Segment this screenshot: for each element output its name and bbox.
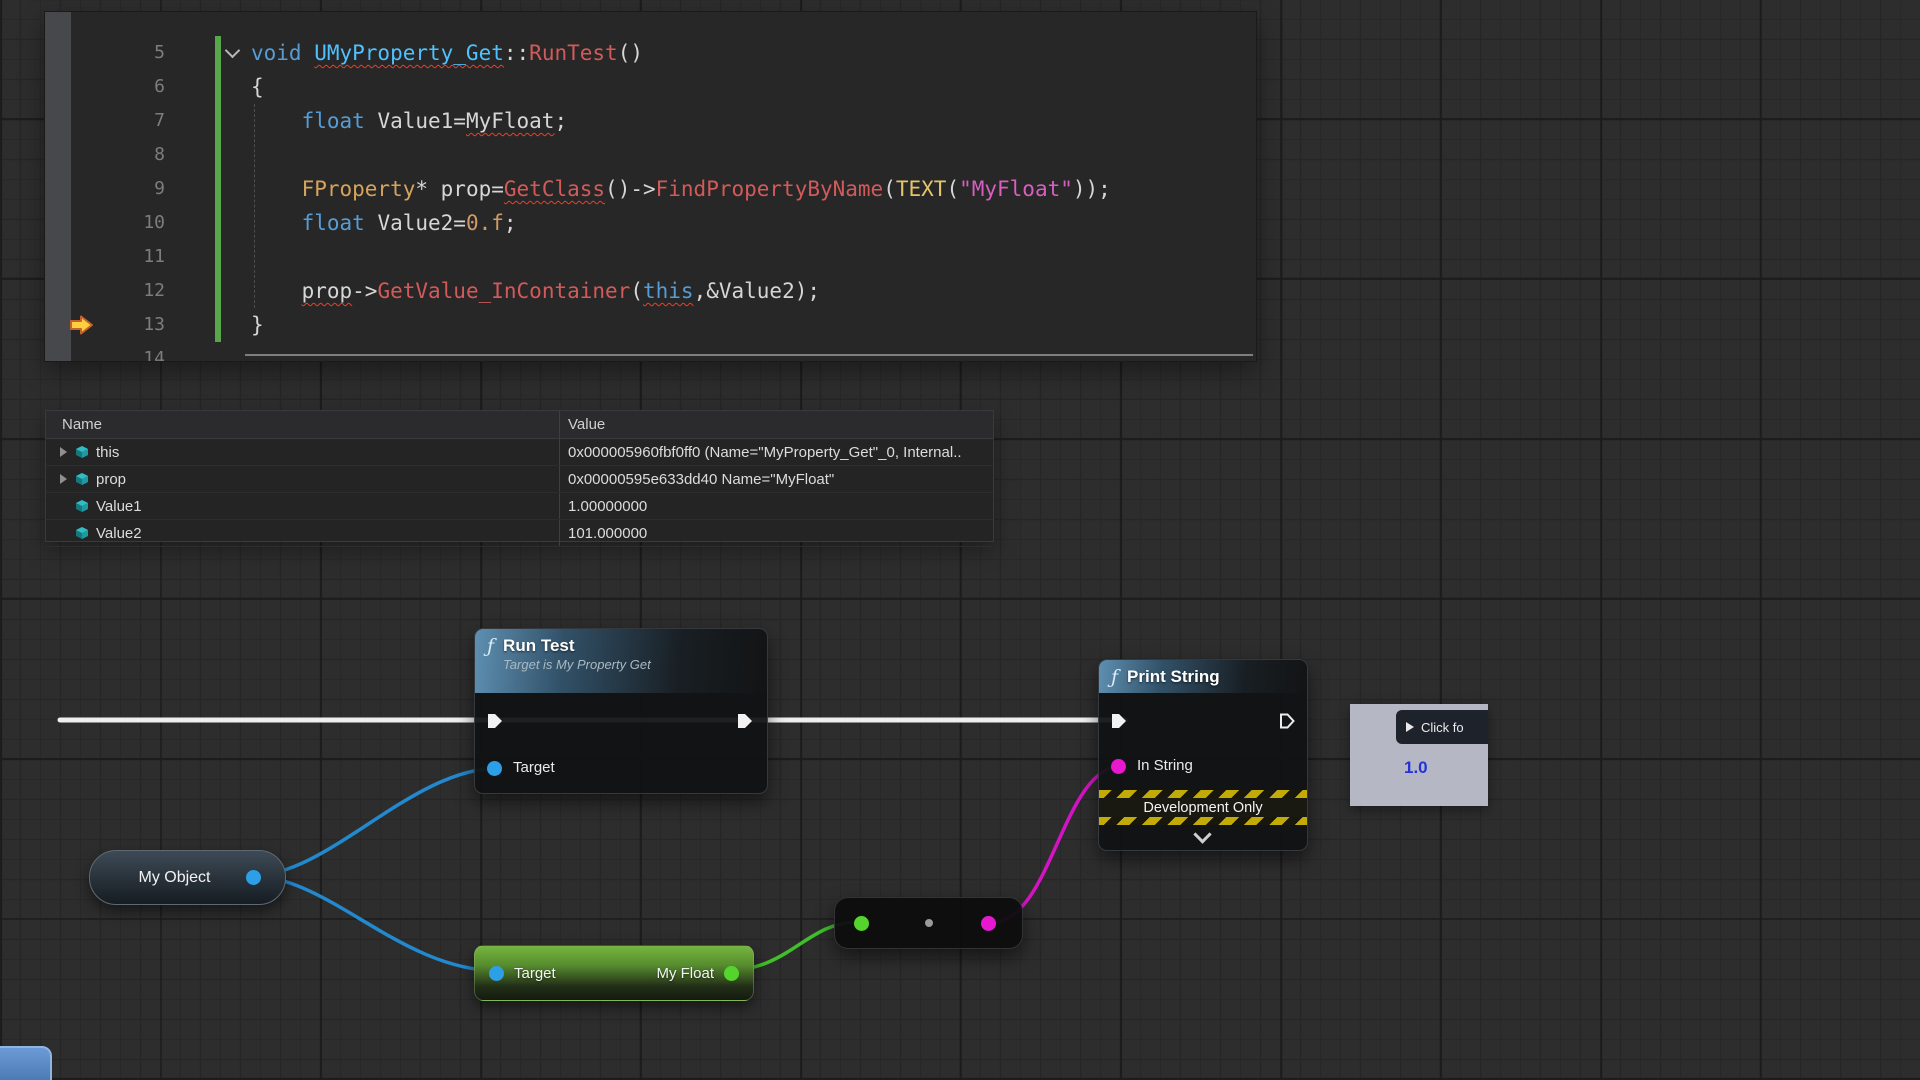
play-icon: [1406, 722, 1414, 732]
line-number[interactable]: 9: [45, 172, 165, 206]
my-float-output-pin[interactable]: [724, 966, 739, 981]
code-line[interactable]: 13}: [45, 308, 1256, 342]
fold-chevron-icon[interactable]: [225, 43, 241, 59]
variable-value: 0x00000595e633dd40 Name="MyFloat": [559, 466, 993, 492]
exec-output-pin[interactable]: [735, 711, 755, 731]
line-number[interactable]: 8: [45, 138, 165, 172]
variable-icon: [75, 472, 89, 486]
exec-input-pin[interactable]: [1109, 711, 1129, 731]
in-string-input-pin[interactable]: [1111, 759, 1126, 774]
function-icon: ƒ: [487, 635, 494, 657]
line-number[interactable]: 12: [45, 274, 165, 308]
debug-value: 1.0: [1404, 758, 1428, 778]
my-object-node[interactable]: My Object: [89, 850, 286, 905]
variable-value: 0x000005960fbf0ff0 (Name="MyProperty_Get…: [559, 439, 993, 465]
code-line[interactable]: 6{: [45, 70, 1256, 104]
code-line[interactable]: 7 float Value1=MyFloat;: [45, 104, 1256, 138]
editor-scrollbar[interactable]: [245, 354, 1253, 356]
print-string-node-header[interactable]: ƒ Print String: [1099, 660, 1307, 693]
get-my-float-node[interactable]: Target My Float: [474, 945, 754, 1001]
my-object-label: My Object: [138, 869, 236, 887]
variable-name: Value1: [96, 498, 142, 515]
code-line[interactable]: 12 prop->GetValue_InContainer(this,&Valu…: [45, 274, 1256, 308]
float-to-string-conversion-node[interactable]: [834, 897, 1023, 949]
code-lines[interactable]: 5void UMyProperty_Get::RunTest()6{7 floa…: [45, 36, 1256, 361]
node-title: Print String: [1127, 666, 1220, 687]
target-input-pin[interactable]: [489, 966, 504, 981]
value-column-header[interactable]: Value: [559, 411, 993, 438]
object-wire-to-getter[interactable]: [251, 876, 500, 971]
expander-icon[interactable]: [60, 474, 67, 484]
hazard-stripes-bottom: [1099, 817, 1307, 825]
click-button-label: Click fo: [1421, 720, 1464, 735]
watch-row[interactable]: prop 0x00000595e633dd40 Name="MyFloat": [46, 466, 993, 493]
offscreen-node-fragment[interactable]: [0, 1046, 52, 1080]
line-number[interactable]: 14: [45, 342, 165, 361]
exec-input-pin[interactable]: [485, 711, 505, 731]
execution-pointer-icon[interactable]: [69, 315, 94, 335]
line-number[interactable]: 6: [45, 70, 165, 104]
conversion-dot-icon: [925, 919, 933, 927]
target-pin-label: Target: [514, 965, 556, 982]
print-string-node[interactable]: ƒ Print String In String Development Onl…: [1098, 659, 1308, 851]
code-line[interactable]: 5void UMyProperty_Get::RunTest(): [45, 36, 1256, 70]
function-icon: ƒ: [1111, 666, 1118, 688]
code-line[interactable]: 9 FProperty* prop=GetClass()->FindProper…: [45, 172, 1256, 206]
node-subtitle: Target is My Property Get: [503, 656, 651, 673]
my-float-pin-label: My Float: [656, 965, 714, 982]
watch-row[interactable]: Value2 101.000000: [46, 520, 993, 547]
run-test-node[interactable]: ƒ Run Test Target is My Property Get Tar…: [474, 628, 768, 794]
development-only-label: Development Only: [1099, 798, 1307, 817]
watch-rows[interactable]: this 0x000005960fbf0ff0 (Name="MyProperty…: [46, 439, 993, 547]
code-line[interactable]: 8: [45, 138, 1256, 172]
target-pin-label: Target: [513, 759, 555, 776]
watch-header: Name Value: [46, 411, 993, 439]
variable-icon: [75, 499, 89, 513]
watch-row[interactable]: Value1 1.00000000: [46, 493, 993, 520]
line-number[interactable]: 5: [45, 36, 165, 70]
watch-panel[interactable]: Name Value this 0x000005960fbf0ff0 (Name=…: [45, 410, 994, 542]
float-input-pin[interactable]: [854, 916, 869, 931]
name-column-header[interactable]: Name: [46, 411, 559, 438]
variable-name: Value2: [96, 525, 142, 542]
expander-icon[interactable]: [60, 447, 67, 457]
node-title: Run Test: [503, 635, 651, 656]
click-for-full-text-button[interactable]: Click fo: [1396, 710, 1488, 744]
variable-icon: [75, 526, 89, 540]
string-output-pin[interactable]: [981, 916, 996, 931]
line-number[interactable]: 11: [45, 240, 165, 274]
line-number[interactable]: 7: [45, 104, 165, 138]
variable-name: prop: [96, 471, 126, 488]
variable-value: 1.00000000: [559, 493, 993, 519]
variable-name: this: [96, 444, 119, 461]
variable-value: 101.000000: [559, 520, 993, 546]
line-number[interactable]: 13: [45, 308, 165, 342]
variable-icon: [75, 445, 89, 459]
development-only-banner: Development Only: [1099, 790, 1307, 825]
line-number[interactable]: 10: [45, 206, 165, 240]
run-test-node-header[interactable]: ƒ Run Test Target is My Property Get: [475, 629, 767, 693]
hazard-stripes-top: [1099, 790, 1307, 798]
code-line[interactable]: 11: [45, 240, 1256, 274]
debug-value-tooltip: Click fo 1.0: [1350, 704, 1488, 806]
exec-output-pin[interactable]: [1277, 711, 1297, 731]
object-wire-to-runtest[interactable]: [251, 768, 500, 876]
my-object-output-pin[interactable]: [246, 870, 261, 885]
code-line[interactable]: 10 float Value2=0.f;: [45, 206, 1256, 240]
target-input-pin[interactable]: [487, 761, 502, 776]
code-line[interactable]: 14: [45, 342, 1256, 361]
collapse-chevron-icon[interactable]: [1193, 825, 1211, 843]
blueprint-canvas[interactable]: { "colors": { "code_keyword": "#569cd6",…: [0, 0, 1920, 1080]
code-editor[interactable]: 5void UMyProperty_Get::RunTest()6{7 floa…: [45, 12, 1256, 361]
watch-row[interactable]: this 0x000005960fbf0ff0 (Name="MyProperty…: [46, 439, 993, 466]
in-string-pin-label: In String: [1137, 757, 1193, 774]
